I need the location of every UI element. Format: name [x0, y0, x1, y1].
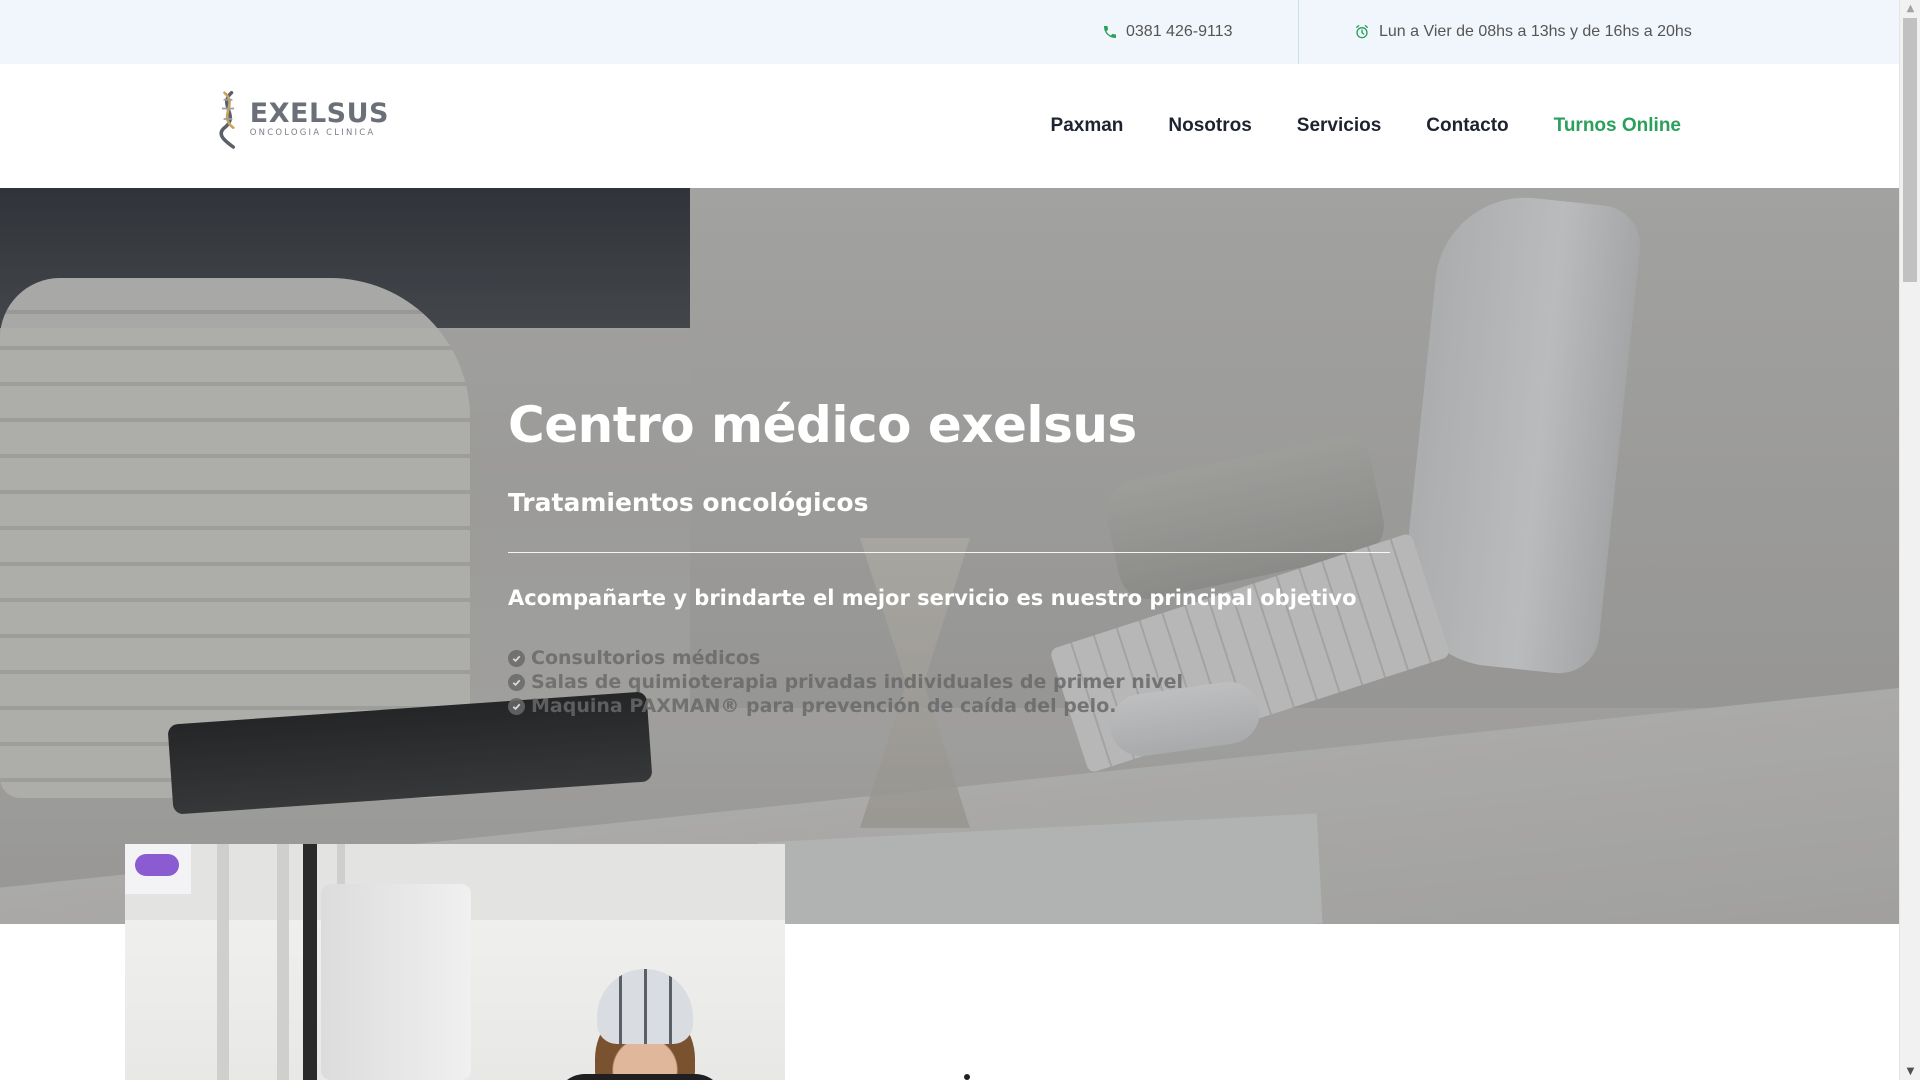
photo-machine [321, 884, 471, 1080]
logo-name: EXELSUS [249, 98, 389, 130]
hero-section: Centro médico exelsus Tratamientos oncol… [0, 188, 1899, 924]
photo-tube-dark [303, 844, 317, 1080]
nav-contacto[interactable]: Contacto [1426, 115, 1508, 137]
nav-nosotros[interactable]: Nosotros [1168, 115, 1251, 137]
phone-icon [1102, 24, 1118, 40]
feature-text: Salas de quimioterapia privadas individu… [531, 671, 1184, 693]
photo-device [125, 844, 191, 894]
hero-title: Centro médico exelsus [508, 396, 1137, 454]
nav-paxman[interactable]: Paxman [1051, 115, 1124, 137]
check-circle-icon [508, 697, 525, 715]
check-circle-icon [508, 673, 525, 691]
logo-tagline: ONCOLOGIA CLINICA [249, 128, 376, 139]
alarm-clock-icon [1354, 24, 1370, 40]
phone-number: 0381 426-9113 [1126, 23, 1233, 40]
exelsus-logo[interactable]: EXELSUS ONCOLOGIA CLINICA [214, 84, 389, 154]
dna-logo-icon [219, 90, 236, 149]
nav-servicios[interactable]: Servicios [1297, 115, 1382, 137]
site-header: EXELSUS ONCOLOGIA CLINICA Paxman Nosotro… [0, 64, 1899, 188]
check-circle-icon [508, 649, 525, 667]
feature-item: Consultorios médicos [508, 646, 1183, 670]
scroll-thumb[interactable] [1903, 18, 1917, 282]
decorative-dot [964, 1074, 970, 1080]
hero-divider [508, 552, 1390, 553]
photo-cooling-cap [597, 969, 693, 1044]
hero-overlay [0, 188, 1899, 924]
phone-contact[interactable]: 0381 426-9113 [1102, 0, 1232, 64]
opening-hours-text: Lun a Vier de 08hs a 13hs y de 16hs a 20… [1379, 23, 1692, 40]
hero-tagline: Acompañarte y brindarte el mejor servici… [508, 586, 1357, 610]
photo-patient-body [555, 1074, 725, 1080]
vertical-scrollbar[interactable]: ▲ ▼ [1899, 0, 1920, 1080]
top-contact-bar: 0381 426-9113 Lun a Vier de 08hs a 13hs … [0, 0, 1899, 64]
hero-subtitle: Tratamientos oncológicos [508, 488, 869, 517]
paxman-treatment-photo [125, 844, 785, 1080]
topbar-divider [1298, 0, 1299, 64]
opening-hours: Lun a Vier de 08hs a 13hs y de 16hs a 20… [1354, 0, 1692, 64]
scroll-up-arrow-icon[interactable]: ▲ [1900, 0, 1920, 17]
main-nav: Paxman Nosotros Servicios Contacto Turno… [1051, 64, 1681, 188]
feature-item: Maquina PAXMAN® para prevención de caída… [508, 694, 1183, 718]
page: 0381 426-9113 Lun a Vier de 08hs a 13hs … [0, 0, 1899, 1080]
nav-turnos-online[interactable]: Turnos Online [1554, 115, 1681, 137]
feature-text: Consultorios médicos [531, 647, 761, 669]
hero-feature-list: Consultorios médicos Salas de quimiotera… [508, 646, 1183, 718]
feature-text: Maquina PAXMAN® para prevención de caída… [531, 695, 1117, 717]
feature-item: Salas de quimioterapia privadas individu… [508, 670, 1183, 694]
scroll-down-arrow-icon[interactable]: ▼ [1900, 1063, 1920, 1080]
